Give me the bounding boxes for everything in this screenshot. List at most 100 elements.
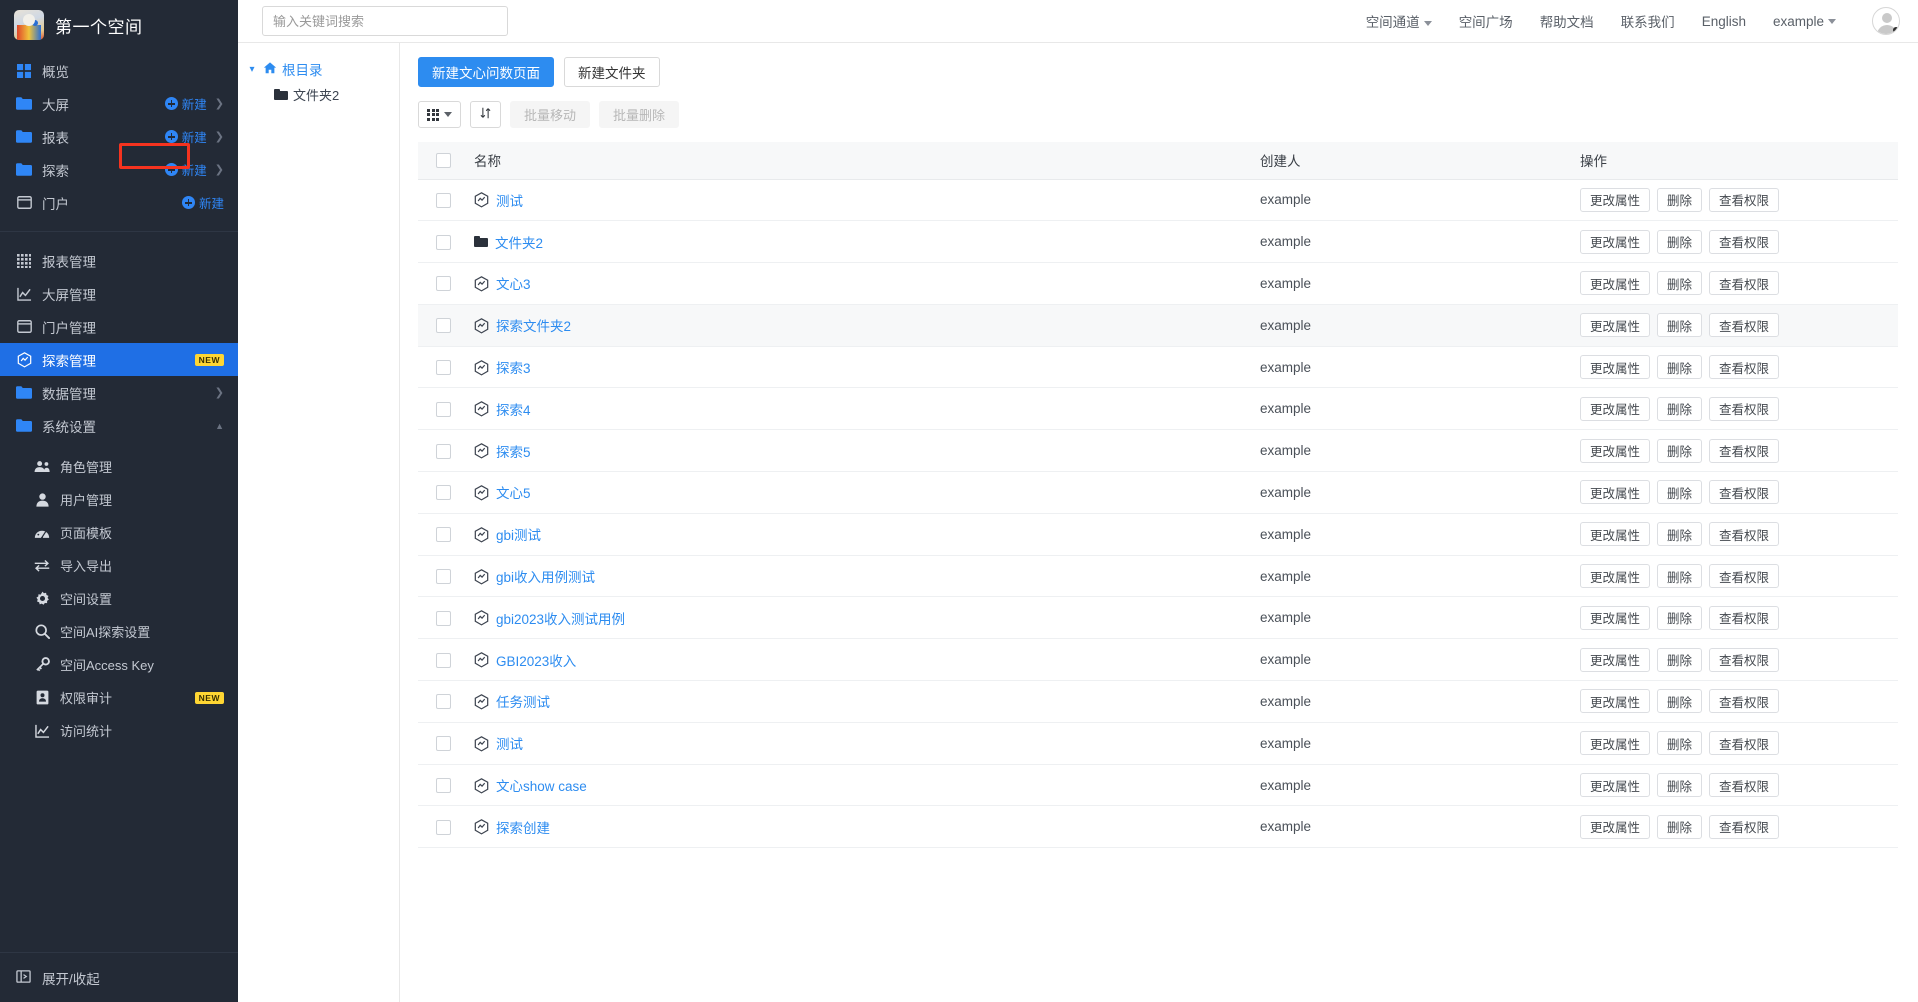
row-action-delete[interactable]: 删除: [1657, 438, 1703, 463]
chevron-right-icon[interactable]: ❯: [215, 386, 224, 399]
row-action-change-attr[interactable]: 更改属性: [1580, 773, 1651, 798]
table-row[interactable]: 探索3 example 更改属性 删除 查看权限: [418, 346, 1898, 389]
row-name-link[interactable]: 测试: [496, 190, 523, 210]
sidebar-item-space-access-key[interactable]: 空间Access Key: [0, 648, 238, 681]
row-action-view-permission[interactable]: 查看权限: [1709, 522, 1780, 547]
row-action-delete[interactable]: 删除: [1657, 229, 1703, 254]
row-checkbox[interactable]: [436, 318, 451, 334]
row-action-delete[interactable]: 删除: [1657, 731, 1703, 756]
row-action-view-permission[interactable]: 查看权限: [1709, 647, 1780, 672]
row-action-delete[interactable]: 删除: [1657, 480, 1703, 505]
row-action-change-attr[interactable]: 更改属性: [1580, 187, 1651, 212]
table-row[interactable]: gbi2023收入测试用例 example 更改属性 删除 查看权限: [418, 596, 1898, 640]
row-name-link[interactable]: 文件夹2: [495, 232, 543, 252]
row-checkbox[interactable]: [436, 610, 451, 626]
row-action-change-attr[interactable]: 更改属性: [1580, 229, 1651, 254]
topnav-contact-us[interactable]: 联系我们: [1621, 11, 1675, 31]
topnav-language-english[interactable]: English: [1702, 14, 1746, 29]
row-action-view-permission[interactable]: 查看权限: [1709, 731, 1780, 756]
sidebar-item-system-settings[interactable]: 系统设置 ▲: [0, 409, 238, 442]
row-action-change-attr[interactable]: 更改属性: [1580, 271, 1651, 296]
table-row[interactable]: gbi收入用例测试 example 更改属性 删除 查看权限: [418, 555, 1898, 598]
table-row[interactable]: 探索创建 example 更改属性 删除 查看权限: [418, 805, 1898, 849]
row-checkbox[interactable]: [436, 652, 451, 668]
table-row[interactable]: 测试 example 更改属性 删除 查看权限: [418, 179, 1898, 222]
topnav-help-doc[interactable]: 帮助文档: [1540, 11, 1594, 31]
table-row[interactable]: 探索文件夹2 example 更改属性 删除 查看权限: [418, 304, 1898, 347]
row-action-change-attr[interactable]: 更改属性: [1580, 689, 1651, 714]
row-action-view-permission[interactable]: 查看权限: [1709, 564, 1780, 589]
row-checkbox[interactable]: [436, 485, 451, 501]
row-action-view-permission[interactable]: 查看权限: [1709, 355, 1780, 380]
sidebar-item-report-manage[interactable]: 报表管理: [0, 244, 238, 277]
table-row[interactable]: 测试 example 更改属性 删除 查看权限: [418, 722, 1898, 765]
row-checkbox[interactable]: [436, 736, 451, 752]
avatar[interactable]: [1872, 7, 1900, 35]
row-name-link[interactable]: 文心show case: [496, 775, 587, 795]
row-action-delete[interactable]: 删除: [1657, 564, 1703, 589]
table-row[interactable]: 文心3 example 更改属性 删除 查看权限: [418, 262, 1898, 305]
sidebar-item-overview[interactable]: 概览: [0, 54, 238, 87]
sort-button[interactable]: [470, 101, 501, 128]
sidebar-new-link[interactable]: 新建 ❯: [164, 94, 224, 113]
row-checkbox[interactable]: [436, 192, 451, 208]
row-action-change-attr[interactable]: 更改属性: [1580, 396, 1651, 421]
row-checkbox[interactable]: [436, 276, 451, 292]
row-action-change-attr[interactable]: 更改属性: [1580, 355, 1651, 380]
row-action-change-attr[interactable]: 更改属性: [1580, 480, 1651, 505]
sidebar-new-link[interactable]: 新建 ❯: [164, 160, 224, 179]
row-action-delete[interactable]: 删除: [1657, 355, 1703, 380]
row-checkbox[interactable]: [436, 527, 451, 543]
table-row[interactable]: 探索4 example 更改属性 删除 查看权限: [418, 387, 1898, 431]
brand-header[interactable]: 第一个空间: [0, 0, 238, 50]
row-checkbox[interactable]: [436, 401, 451, 417]
row-name-link[interactable]: 探索3: [496, 357, 531, 377]
select-all-checkbox[interactable]: [436, 153, 451, 169]
row-action-view-permission[interactable]: 查看权限: [1709, 814, 1780, 839]
sidebar-item-import-export[interactable]: 导入导出: [0, 549, 238, 582]
sidebar-new-link[interactable]: 新建 ❯: [164, 127, 224, 146]
row-action-change-attr[interactable]: 更改属性: [1580, 731, 1651, 756]
row-name-link[interactable]: gbi测试: [496, 524, 541, 544]
create-folder-button[interactable]: 新建文件夹: [564, 57, 660, 87]
row-name-link[interactable]: 任务测试: [496, 691, 550, 711]
sidebar-collapse-toggle[interactable]: 展开/收起: [0, 952, 238, 1002]
sidebar-item-user-manage[interactable]: 用户管理: [0, 483, 238, 516]
row-name-link[interactable]: GBI2023收入: [496, 650, 576, 670]
sidebar-item-space-ai-explore-settings[interactable]: 空间AI探索设置: [0, 615, 238, 648]
sidebar-item-explore[interactable]: 探索 新建 ❯: [0, 153, 238, 186]
sidebar-item-bigscreen[interactable]: 大屏 新建 ❯: [0, 87, 238, 120]
row-name-link[interactable]: 探索文件夹2: [496, 315, 571, 335]
row-checkbox[interactable]: [436, 778, 451, 794]
topnav-space-channel[interactable]: 空间通道: [1366, 11, 1432, 31]
row-name-link[interactable]: 测试: [496, 733, 523, 753]
row-name-link[interactable]: 探索5: [496, 441, 531, 461]
sidebar-item-data-manage[interactable]: 数据管理 ❯: [0, 376, 238, 409]
row-action-view-permission[interactable]: 查看权限: [1709, 605, 1780, 630]
search-input[interactable]: [262, 6, 508, 36]
table-row[interactable]: 文心show case example 更改属性 删除 查看权限: [418, 764, 1898, 807]
sidebar-item-space-settings[interactable]: 空间设置: [0, 582, 238, 615]
row-action-delete[interactable]: 删除: [1657, 396, 1703, 421]
row-action-view-permission[interactable]: 查看权限: [1709, 271, 1780, 296]
row-name-link[interactable]: gbi2023收入测试用例: [496, 608, 625, 628]
table-row[interactable]: 文心5 example 更改属性 删除 查看权限: [418, 471, 1898, 514]
row-checkbox[interactable]: [436, 819, 451, 835]
row-action-delete[interactable]: 删除: [1657, 814, 1703, 839]
row-name-link[interactable]: 探索4: [496, 399, 531, 419]
sidebar-item-portal[interactable]: 门户 新建: [0, 186, 238, 219]
row-action-view-permission[interactable]: 查看权限: [1709, 396, 1780, 421]
batch-move-button[interactable]: 批量移动: [510, 101, 591, 128]
row-action-delete[interactable]: 删除: [1657, 187, 1703, 212]
row-checkbox[interactable]: [436, 360, 451, 376]
sidebar-new-link[interactable]: 新建: [181, 193, 224, 212]
row-action-change-attr[interactable]: 更改属性: [1580, 438, 1651, 463]
sidebar-item-visit-stats[interactable]: 访问统计: [0, 714, 238, 747]
row-action-view-permission[interactable]: 查看权限: [1709, 689, 1780, 714]
row-name-link[interactable]: 探索创建: [496, 817, 550, 837]
sidebar-item-portal-manage[interactable]: 门户管理: [0, 310, 238, 343]
row-action-delete[interactable]: 删除: [1657, 689, 1703, 714]
row-action-change-attr[interactable]: 更改属性: [1580, 647, 1651, 672]
tree-root-node[interactable]: ▾ 根目录: [246, 57, 399, 81]
table-row[interactable]: 任务测试 example 更改属性 删除 查看权限: [418, 680, 1898, 723]
